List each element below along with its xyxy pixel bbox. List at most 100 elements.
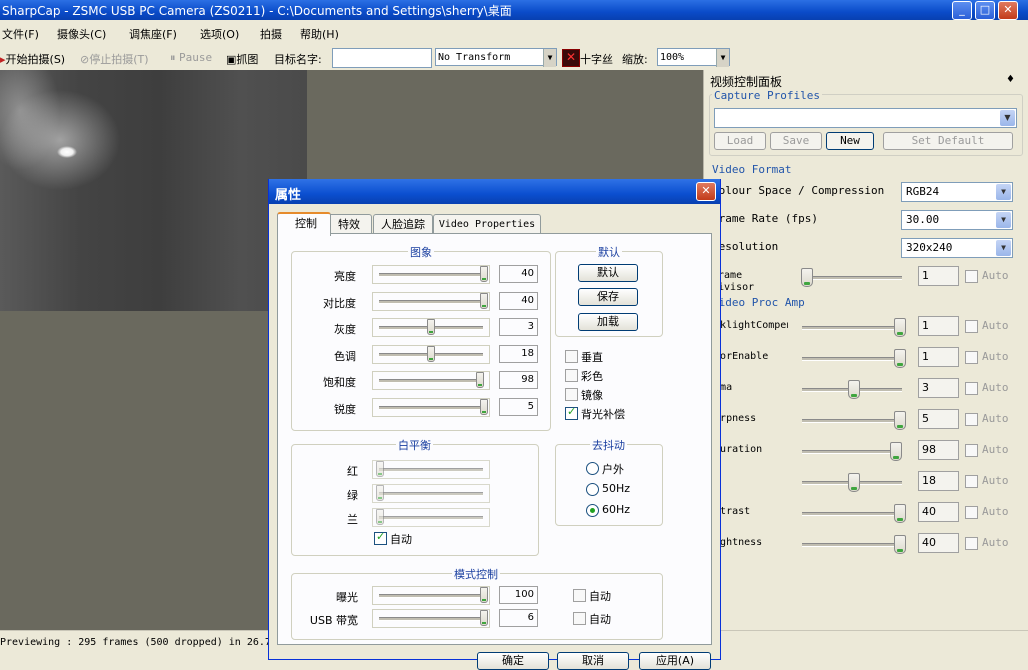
proc-amp-value[interactable]: 1 — [918, 316, 959, 336]
preview-background-lower — [0, 311, 307, 630]
dialog-close-button[interactable]: ✕ — [696, 182, 716, 201]
snapshot-button[interactable]: ▣抓图 — [226, 51, 258, 67]
mode-control-rows: 曝光 100 自动 USB 带宽 6 自动 — [278, 234, 711, 644]
mode-row-slider-thumb[interactable] — [480, 587, 488, 603]
snapshot-label: 抓图 — [236, 53, 259, 66]
tab-video-properties[interactable]: Video Properties — [433, 214, 541, 234]
tab-effects[interactable]: 特效 — [326, 214, 372, 234]
proc-amp-auto-checkbox[interactable] — [965, 413, 978, 426]
proc-amp-auto-checkbox[interactable] — [965, 320, 978, 333]
chevron-down-icon: ▼ — [543, 49, 556, 67]
proc-amp-auto-checkbox[interactable] — [965, 444, 978, 457]
proc-amp-value[interactable]: 3 — [918, 378, 959, 398]
proc-amp-value[interactable]: 40 — [918, 502, 959, 522]
crosshair-icon[interactable]: ✕ — [562, 49, 580, 67]
menu-file[interactable]: 文件(F) — [2, 26, 39, 42]
proc-amp-controls: BacklightCompensation1AutoColorEnable1Au… — [702, 70, 1028, 630]
target-name-input[interactable] — [332, 48, 432, 68]
proc-amp-slider-thumb[interactable] — [890, 442, 902, 461]
dialog-title: 属性 — [275, 188, 302, 203]
control-tab-page: 图象 亮度 40 对比度 40 灰度 3 色调 18 饱和度 98 锐度 5 默认 默认 保存 加载 … — [277, 233, 712, 645]
proc-amp-slider[interactable] — [802, 543, 902, 547]
proc-amp-value[interactable]: 98 — [918, 440, 959, 460]
window-title: SharpCap - ZSMC USB PC Camera (ZS0211) -… — [2, 4, 512, 18]
proc-amp-slider-thumb[interactable] — [894, 349, 906, 368]
mode-row-label: USB 带宽 — [309, 614, 358, 627]
menu-bar: 文件(F) 摄像头(C) 调焦座(F) 选项(O) 拍摄 帮助(H) — [0, 22, 1028, 44]
menu-camera[interactable]: 摄像头(C) — [57, 26, 106, 42]
proc-amp-slider-thumb[interactable] — [894, 504, 906, 523]
video-control-panel: 视频控制面板 ♦ Capture Profiles ▼ Load Save Ne… — [702, 70, 1028, 630]
proc-amp-value[interactable]: 18 — [918, 471, 959, 491]
maximize-button[interactable]: □ — [975, 1, 995, 20]
proc-amp-auto-label: Auto — [982, 474, 1009, 487]
window-title-bar: SharpCap - ZSMC USB PC Camera (ZS0211) -… — [0, 0, 1028, 20]
proc-amp-value[interactable]: 40 — [918, 533, 959, 553]
proc-amp-slider[interactable] — [802, 450, 902, 454]
tab-control[interactable]: 控制 — [277, 212, 331, 236]
proc-amp-auto-label: Auto — [982, 443, 1009, 456]
properties-dialog: 属性 ✕ 控制 特效 人脸追踪 Video Properties 图象 亮度 40… — [268, 179, 721, 670]
stop-capture-button[interactable]: ⊘停止拍摄(T) — [80, 51, 149, 67]
cancel-button[interactable]: 取消 — [557, 652, 629, 670]
zoom-label: 缩放: — [622, 53, 648, 66]
proc-amp-slider-thumb[interactable] — [894, 318, 906, 337]
dialog-title-bar: 属性 ✕ — [269, 179, 720, 204]
status-text: Previewing : 295 frames (500 dropped) in… — [0, 637, 271, 648]
proc-amp-slider[interactable] — [802, 512, 902, 516]
proc-amp-auto-label: Auto — [982, 319, 1009, 332]
proc-amp-auto-checkbox[interactable] — [965, 382, 978, 395]
mode-row-auto-label: 自动 — [589, 613, 611, 626]
stop-icon: ⊘ — [80, 53, 90, 66]
start-capture-label: 开始拍摄(S) — [5, 53, 66, 66]
mode-row-slider-thumb[interactable] — [480, 610, 488, 626]
proc-amp-auto-label: Auto — [982, 350, 1009, 363]
mode-row-value[interactable]: 6 — [499, 609, 538, 627]
target-name-label: 目标名字: — [274, 53, 322, 66]
video-preview — [0, 70, 307, 311]
zoom-value: 100% — [660, 52, 685, 63]
proc-amp-auto-checkbox[interactable] — [965, 537, 978, 550]
ok-button[interactable]: 确定 — [477, 652, 549, 670]
tab-face-tracking[interactable]: 人脸追踪 — [373, 214, 433, 234]
proc-amp-auto-label: Auto — [982, 381, 1009, 394]
proc-amp-auto-checkbox[interactable] — [965, 351, 978, 364]
proc-amp-value[interactable]: 5 — [918, 409, 959, 429]
mode-row-slider[interactable] — [372, 586, 490, 605]
menu-focuser[interactable]: 调焦座(F) — [129, 26, 177, 42]
mode-row-auto-checkbox[interactable] — [573, 612, 586, 625]
toolbar: ▸开始拍摄(S) ⊘停止拍摄(T) ⏸ Pause ▣抓图 目标名字: No T… — [0, 46, 1028, 71]
menu-options[interactable]: 选项(O) — [200, 26, 239, 42]
chevron-down-icon: ▼ — [716, 49, 729, 67]
transform-select[interactable]: No Transform ▼ — [435, 48, 557, 67]
menu-capture[interactable]: 拍摄 — [260, 26, 282, 42]
proc-amp-slider[interactable] — [802, 326, 902, 330]
camera-icon: ▣ — [226, 53, 237, 66]
menu-help[interactable]: 帮助(H) — [300, 26, 339, 42]
proc-amp-slider-thumb[interactable] — [848, 380, 860, 399]
start-capture-button[interactable]: ▸开始拍摄(S) — [0, 51, 65, 67]
proc-amp-auto-label: Auto — [982, 505, 1009, 518]
proc-amp-auto-checkbox[interactable] — [965, 506, 978, 519]
proc-amp-slider[interactable] — [802, 357, 902, 361]
proc-amp-slider-thumb[interactable] — [894, 411, 906, 430]
proc-amp-slider-thumb[interactable] — [894, 535, 906, 554]
pause-label: Pause — [179, 51, 213, 64]
mode-row-label: 曝光 — [336, 591, 358, 604]
transform-value: No Transform — [438, 52, 511, 63]
mode-row-auto-checkbox[interactable] — [573, 589, 586, 602]
proc-amp-slider-thumb[interactable] — [848, 473, 860, 492]
close-button[interactable]: ✕ — [998, 1, 1018, 20]
mode-row-slider[interactable] — [372, 609, 490, 628]
proc-amp-value[interactable]: 1 — [918, 347, 959, 367]
slider-track — [379, 594, 483, 598]
pause-icon: ⏸ — [170, 51, 176, 64]
zoom-select[interactable]: 100% ▼ — [657, 48, 730, 67]
apply-button[interactable]: 应用(A) — [639, 652, 711, 670]
proc-amp-auto-checkbox[interactable] — [965, 475, 978, 488]
minimize-button[interactable]: _ — [952, 1, 972, 20]
pause-button[interactable]: ⏸ Pause — [170, 51, 212, 65]
mode-row-value[interactable]: 100 — [499, 586, 538, 604]
proc-amp-slider[interactable] — [802, 419, 902, 423]
crosshair-label: 十字丝 — [580, 53, 613, 66]
